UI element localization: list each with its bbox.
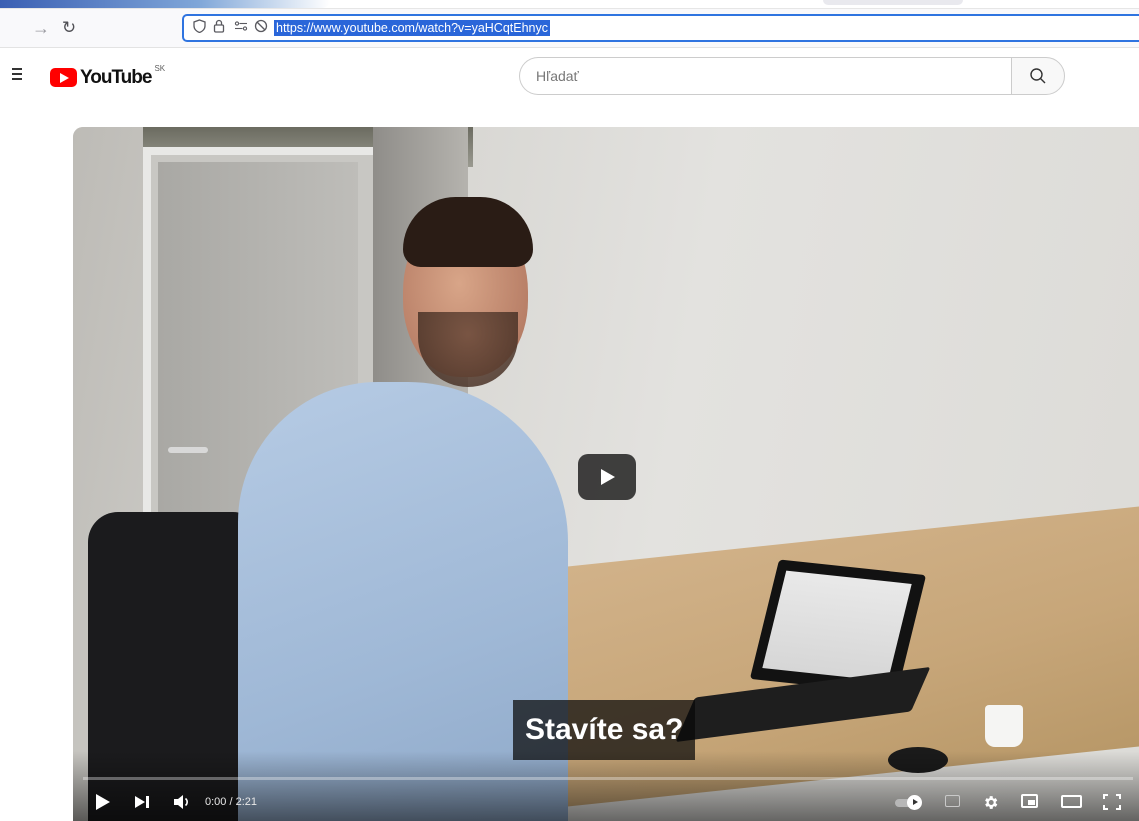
search-button[interactable] — [1011, 57, 1065, 95]
settings-gear-icon — [984, 796, 997, 809]
volume-icon — [174, 795, 188, 809]
youtube-wordmark: YouTube — [80, 67, 152, 88]
region-code: SK — [154, 64, 166, 73]
browser-tab[interactable] — [823, 0, 963, 5]
permissions-icon[interactable] — [232, 19, 250, 37]
reload-button[interactable]: ↻ — [58, 17, 80, 39]
tracking-protection-icon[interactable] — [252, 19, 270, 37]
next-button[interactable] — [131, 788, 155, 816]
video-frame-door-handle — [168, 447, 208, 453]
url-text[interactable]: https://www.youtube.com/watch?v=yaHCqtEh… — [274, 20, 551, 36]
address-bar[interactable]: https://www.youtube.com/watch?v=yaHCqtEh… — [182, 14, 1139, 42]
volume-button[interactable] — [169, 788, 195, 816]
reload-icon: ↻ — [61, 18, 77, 37]
settings-button[interactable] — [978, 788, 1002, 816]
video-player[interactable]: Stavíte sa? 0:00 / 2:21 — [73, 127, 1139, 821]
theater-mode-button[interactable] — [1058, 788, 1086, 816]
tab-strip-accent — [0, 0, 330, 8]
large-play-button[interactable] — [578, 454, 636, 500]
browser-tab-strip — [0, 0, 1139, 9]
arrow-right-icon: → — [32, 18, 50, 38]
lock-icon[interactable] — [210, 19, 228, 37]
youtube-play-logo-icon — [50, 68, 77, 87]
subtitles-button[interactable] — [941, 788, 965, 816]
play-button[interactable] — [91, 788, 115, 816]
autoplay-toggle-icon — [907, 795, 922, 810]
youtube-logo[interactable]: YouTube SK — [50, 64, 166, 90]
menu-icon[interactable] — [12, 68, 22, 80]
progress-bar[interactable] — [83, 777, 1133, 780]
fullscreen-button[interactable] — [1099, 788, 1125, 816]
browser-navigation-bar: → ↻ https://www.youtube.com/watch?v=yaHC… — [0, 9, 1139, 48]
shield-icon[interactable] — [190, 19, 208, 37]
video-frame-laptop-display — [762, 570, 912, 682]
miniplayer-button[interactable] — [1017, 788, 1043, 816]
search-icon — [1030, 68, 1046, 84]
search-input[interactable] — [519, 57, 1011, 95]
forward-button[interactable]: → — [30, 17, 52, 39]
fullscreen-icon — [1103, 794, 1121, 810]
autoplay-toggle[interactable] — [893, 788, 927, 816]
youtube-masthead: YouTube SK — [0, 48, 1139, 110]
search-box — [519, 57, 1065, 97]
video-frame-mug — [985, 705, 1023, 747]
time-display: 0:00 / 2:21 — [205, 796, 257, 808]
